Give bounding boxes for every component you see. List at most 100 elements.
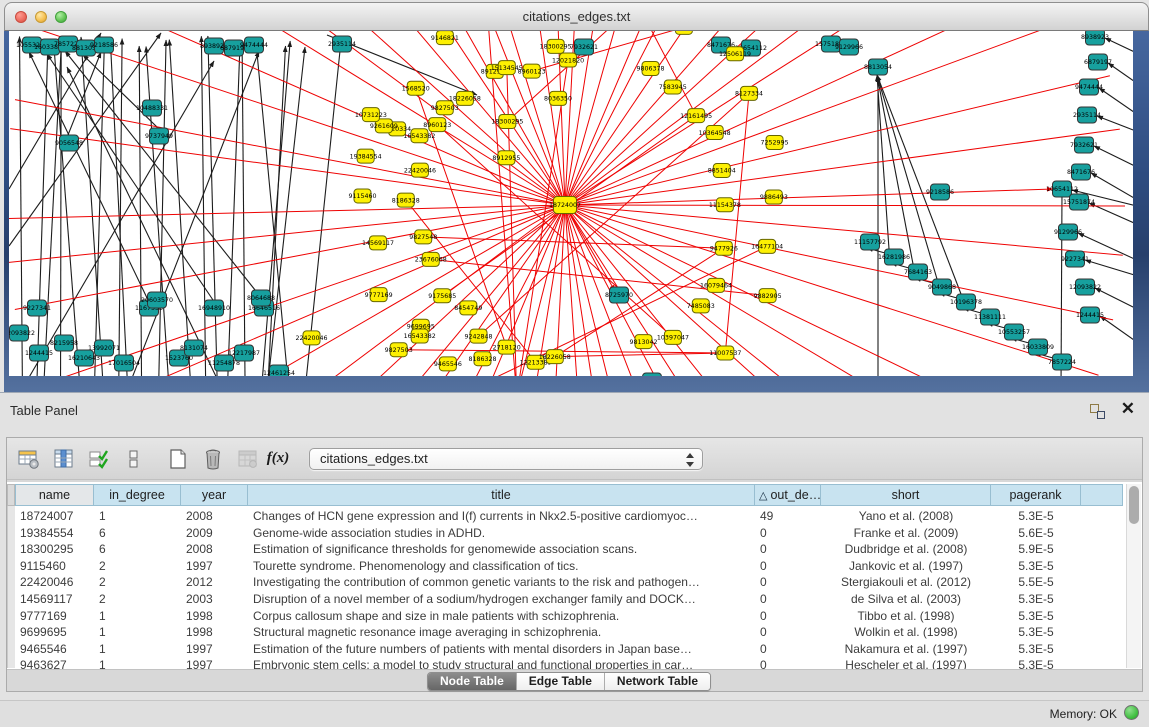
graph-node[interactable]: 9827503	[431, 101, 459, 115]
graph-node[interactable]: 2935114	[328, 36, 356, 52]
scrollbar-thumb[interactable]	[1129, 486, 1139, 524]
graph-node[interactable]: 9827503	[385, 343, 413, 357]
graph-node[interactable]: 10196378	[950, 294, 982, 310]
column-header-out_degree[interactable]: △out_de…	[755, 484, 821, 506]
table-row[interactable]: 969969511998Structural magnetic resonanc…	[15, 624, 1120, 641]
graph-node[interactable]: 8036350	[544, 91, 572, 105]
graph-node[interactable]: 16948910	[198, 300, 230, 316]
graph-node[interactable]: 8813054	[864, 59, 892, 75]
graph-node[interactable]: 2935114	[1073, 107, 1101, 123]
column-header-pagerank[interactable]: pagerank	[991, 484, 1081, 506]
graph-node[interactable]: 11007537	[709, 346, 741, 360]
graph-node[interactable]: 18300295	[540, 39, 572, 53]
graph-node[interactable]: 8186328	[392, 193, 420, 207]
table-row[interactable]: 2242004622012Investigating the contribut…	[15, 574, 1120, 591]
graph-node[interactable]: 9129966	[835, 39, 863, 55]
graph-node[interactable]: 9227341	[23, 300, 51, 316]
graph-node[interactable]: 7932621	[570, 39, 598, 55]
graph-node[interactable]: 8064688	[247, 290, 275, 306]
graph-node[interactable]: 10553257	[998, 324, 1030, 340]
graph-node[interactable]: 1244415	[1076, 307, 1104, 323]
graph-node[interactable]: 10364548	[699, 126, 731, 140]
graph-node[interactable]: 1244415	[25, 345, 53, 361]
close-window-button[interactable]	[15, 11, 27, 23]
tab-node-table[interactable]: Node Table	[428, 673, 516, 690]
graph-node[interactable]: 7857224	[1048, 354, 1076, 370]
graph-node[interactable]: 12461254	[263, 365, 295, 376]
graph-node[interactable]: 9218586	[90, 37, 118, 53]
table-row[interactable]: 1938455462009Genome-wide association stu…	[15, 525, 1120, 542]
graph-node[interactable]: 9474444	[240, 37, 268, 53]
table-row[interactable]: 1872400712008Changes of HCN gene express…	[15, 508, 1120, 525]
graph-node[interactable]: 7583945	[659, 80, 687, 94]
graph-node[interactable]: 6879197	[1084, 54, 1112, 70]
graph-node[interactable]: 16079464	[700, 278, 732, 292]
table-row[interactable]: 1830029562008Estimation of significance …	[15, 541, 1120, 558]
graph-node[interactable]: 11381111	[974, 309, 1006, 325]
function-builder-icon[interactable]: f(x)	[261, 450, 295, 467]
graph-node[interactable]: 9605978	[670, 31, 698, 34]
graph-node[interactable]: 12161495	[680, 109, 712, 123]
graph-node[interactable]: 9474444	[1075, 79, 1103, 95]
graph-node[interactable]: 9218586	[926, 184, 954, 200]
column-visibility-icon[interactable]	[51, 446, 77, 472]
graph-node[interactable]: 8215958	[50, 335, 78, 351]
tab-network-table[interactable]: Network Table	[604, 673, 710, 690]
graph-node[interactable]: 9827548	[409, 230, 437, 244]
graph-node[interactable]: 12093822	[9, 325, 35, 341]
graph-node[interactable]: 9054946	[638, 373, 666, 376]
memory-status-indicator[interactable]	[1124, 705, 1139, 720]
graph-node[interactable]: 12093822	[1069, 279, 1101, 295]
graph-node[interactable]: 8186328	[468, 352, 496, 366]
graph-node[interactable]: 8131074	[180, 340, 208, 356]
graph-node[interactable]: 7684163	[904, 264, 932, 280]
graph-node[interactable]: 9115460	[348, 189, 376, 203]
graph-node[interactable]: 10488331	[136, 100, 168, 116]
graph-node[interactable]: 8938923	[1081, 31, 1109, 45]
column-header-in_degree[interactable]: in_degree	[94, 484, 181, 506]
graph-node[interactable]: 22420046	[295, 331, 327, 345]
graph-node[interactable]: 9129966	[1054, 224, 1082, 240]
graph-node[interactable]: 9242848	[465, 329, 493, 343]
table-row[interactable]: 1456911722003Disruption of a novel membe…	[15, 591, 1120, 608]
table-vertical-scrollbar[interactable]	[1126, 484, 1141, 668]
minimize-window-button[interactable]	[35, 11, 47, 23]
tab-edge-table[interactable]: Edge Table	[516, 673, 604, 690]
table-options-icon[interactable]	[16, 446, 42, 472]
graph-node[interactable]: 19384554	[350, 149, 382, 163]
table-row[interactable]: 977716911998Corpus callosum shape and si…	[15, 608, 1120, 625]
column-header-short[interactable]: short	[821, 484, 991, 506]
graph-node[interactable]: 9882905	[754, 289, 782, 303]
graph-node[interactable]: 16543382	[404, 329, 436, 343]
graph-node[interactable]: 8127334	[735, 86, 763, 100]
column-header-year[interactable]: year	[181, 484, 248, 506]
column-header-name[interactable]: name	[15, 484, 94, 506]
graph-node[interactable]: 7932621	[1070, 137, 1098, 153]
column-header-title[interactable]: title	[248, 484, 755, 506]
graph-node[interactable]: 10397047	[657, 330, 689, 344]
table-row[interactable]: 946554611997Estimation of the future num…	[15, 641, 1120, 658]
create-column-icon[interactable]	[165, 446, 191, 472]
network-view-canvas[interactable]: 1055325716033809785722488130549218586893…	[9, 31, 1133, 376]
graph-node[interactable]: 9227341	[1061, 251, 1089, 267]
stacked-rows-icon[interactable]	[121, 446, 147, 472]
graph-node[interactable]: 18724007	[549, 197, 581, 214]
graph-node[interactable]: 9146821	[431, 31, 459, 45]
graph-node[interactable]: 7252995	[761, 136, 789, 150]
graph-node[interactable]: 9049868	[928, 279, 956, 295]
zoom-window-button[interactable]	[55, 11, 67, 23]
graph-node[interactable]: 8454749	[454, 301, 482, 315]
window-titlebar[interactable]: citations_edges.txt	[4, 2, 1149, 31]
graph-node[interactable]: 9477926	[710, 241, 738, 255]
graph-node[interactable]: 16281986	[878, 249, 910, 265]
graph-node[interactable]: 7485083	[687, 299, 715, 313]
graph-node[interactable]: 8725970	[605, 287, 633, 303]
graph-node[interactable]: 1568520	[402, 81, 430, 95]
graph-node[interactable]: 8471676	[1067, 164, 1095, 180]
close-panel-icon[interactable]: ✕	[1121, 399, 1135, 419]
delete-column-icon[interactable]	[200, 446, 226, 472]
graph-node[interactable]: 9056548	[55, 135, 83, 151]
row-selection-icon[interactable]	[86, 446, 112, 472]
graph-node[interactable]: 9175685	[428, 289, 456, 303]
float-panel-icon[interactable]	[1090, 404, 1105, 419]
